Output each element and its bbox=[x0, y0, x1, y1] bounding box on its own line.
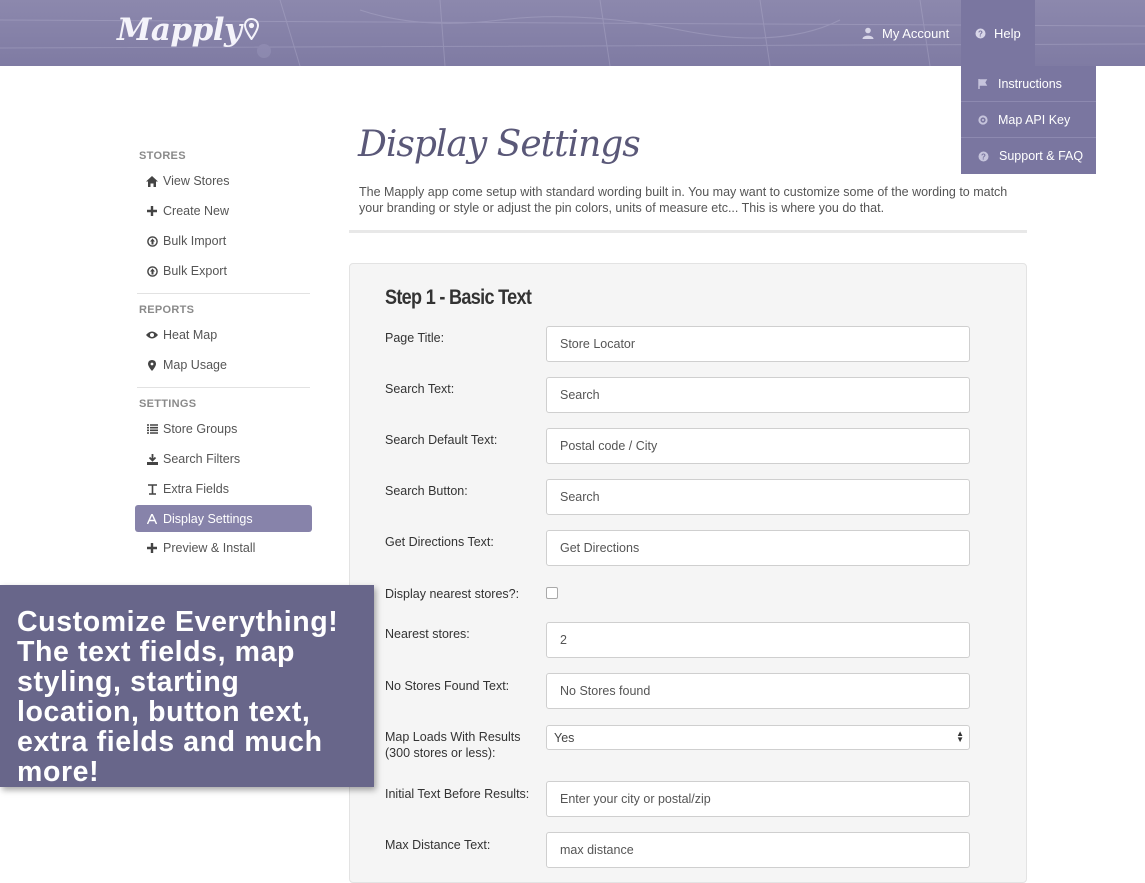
get-directions-input[interactable]: Get Directions bbox=[546, 530, 970, 566]
sidebar-item-heat-map[interactable]: Heat Map bbox=[135, 320, 312, 350]
plus-icon bbox=[146, 543, 158, 553]
max-distance-input[interactable]: max distance bbox=[546, 832, 970, 868]
help-menu-toggle[interactable]: ? Help bbox=[961, 0, 1035, 66]
my-account-link[interactable]: My Account bbox=[862, 0, 949, 66]
sidebar-heading-stores: STORES bbox=[139, 150, 186, 162]
eye-icon bbox=[146, 331, 158, 339]
initial-text-input[interactable]: Enter your city or postal/zip bbox=[546, 781, 970, 817]
user-icon bbox=[862, 27, 874, 39]
display-nearest-checkbox[interactable] bbox=[546, 587, 558, 599]
font-icon bbox=[146, 513, 158, 524]
question-circle-icon: ? bbox=[975, 28, 986, 39]
circle-arrow-up-icon bbox=[146, 235, 158, 247]
help-dropdown-menu: Instructions Map API Key ? Support & FAQ bbox=[961, 66, 1096, 174]
search-text-input[interactable]: Search bbox=[546, 377, 970, 413]
sidebar-item-extra-fields[interactable]: Extra Fields bbox=[135, 474, 312, 504]
search-default-text-input[interactable]: Postal code / City bbox=[546, 428, 970, 464]
page-title-label: Page Title: bbox=[385, 331, 445, 345]
no-stores-found-input[interactable]: No Stores found bbox=[546, 673, 970, 709]
sidebar-item-search-filters[interactable]: Search Filters bbox=[135, 444, 312, 474]
select-arrows-icon: ▲ ▼ bbox=[956, 729, 964, 744]
gear-icon bbox=[978, 114, 988, 125]
home-icon bbox=[146, 175, 158, 187]
search-button-text-input[interactable]: Search bbox=[546, 479, 970, 515]
sidebar-divider bbox=[137, 387, 310, 388]
map-marker-icon bbox=[146, 359, 158, 371]
sidebar-item-bulk-export[interactable]: Bulk Export bbox=[135, 256, 312, 286]
circle-arrow-down-icon bbox=[146, 265, 158, 277]
top-header: Mapply My Account ? Help bbox=[0, 0, 1145, 66]
sidebar-item-preview-install[interactable]: Preview & Install bbox=[135, 533, 312, 563]
max-distance-label: Max Distance Text: bbox=[385, 838, 491, 852]
menu-item-map-api-key[interactable]: Map API Key bbox=[961, 102, 1096, 138]
sidebar-item-bulk-import[interactable]: Bulk Import bbox=[135, 226, 312, 256]
intro-text: The Mapply app come setup with standard … bbox=[359, 185, 1008, 215]
sidebar-item-store-groups[interactable]: Store Groups bbox=[135, 414, 312, 444]
map-loads-select[interactable]: Yes ▲ ▼ bbox=[546, 725, 970, 750]
get-directions-label: Get Directions Text: bbox=[385, 535, 494, 549]
svg-text:?: ? bbox=[978, 29, 983, 38]
svg-text:?: ? bbox=[981, 152, 986, 161]
promo-text: Customize Everything! The text fields, m… bbox=[17, 606, 339, 788]
no-stores-found-label: No Stores Found Text: bbox=[385, 679, 510, 693]
map-pin-icon bbox=[243, 12, 259, 48]
map-loads-label: Map Loads With Results (300 stores or le… bbox=[385, 730, 521, 760]
sidebar-item-map-usage[interactable]: Map Usage bbox=[135, 350, 312, 380]
promo-banner: Customize Everything! The text fields, m… bbox=[0, 585, 374, 787]
flag-icon bbox=[978, 78, 988, 89]
search-text-label: Search Text: bbox=[385, 382, 455, 396]
plus-icon bbox=[146, 206, 158, 216]
sidebar-divider bbox=[137, 293, 310, 294]
page-title-input[interactable]: Store Locator bbox=[546, 326, 970, 362]
download-icon bbox=[146, 453, 158, 465]
search-default-text-label: Search Default Text: bbox=[385, 433, 498, 447]
text-height-icon bbox=[146, 483, 158, 495]
search-button-label: Search Button: bbox=[385, 484, 468, 498]
sidebar-item-create-new[interactable]: Create New bbox=[135, 196, 312, 226]
sidebar-heading-settings: SETTINGS bbox=[139, 398, 197, 410]
initial-text-label: Initial Text Before Results: bbox=[385, 787, 530, 801]
display-nearest-label: Display nearest stores?: bbox=[385, 587, 520, 601]
sidebar-nav: STORES View Stores Create New Bulk Impor… bbox=[135, 140, 312, 563]
page-title: Display Settings bbox=[358, 124, 641, 165]
sidebar-heading-reports: REPORTS bbox=[139, 304, 195, 316]
nearest-stores-input[interactable]: 2 bbox=[546, 622, 970, 658]
sidebar-item-view-stores[interactable]: View Stores bbox=[135, 166, 312, 196]
nearest-stores-label: Nearest stores: bbox=[385, 627, 470, 641]
section-divider bbox=[349, 230, 1027, 233]
mapply-logo[interactable]: Mapply bbox=[117, 10, 259, 50]
sidebar-item-display-settings[interactable]: Display Settings bbox=[135, 505, 312, 532]
step-title: Step 1 - Basic Text bbox=[385, 286, 532, 309]
menu-item-support-faq[interactable]: ? Support & FAQ bbox=[961, 138, 1096, 174]
list-icon bbox=[146, 424, 158, 434]
menu-item-instructions[interactable]: Instructions bbox=[961, 66, 1096, 102]
question-icon: ? bbox=[978, 151, 989, 162]
